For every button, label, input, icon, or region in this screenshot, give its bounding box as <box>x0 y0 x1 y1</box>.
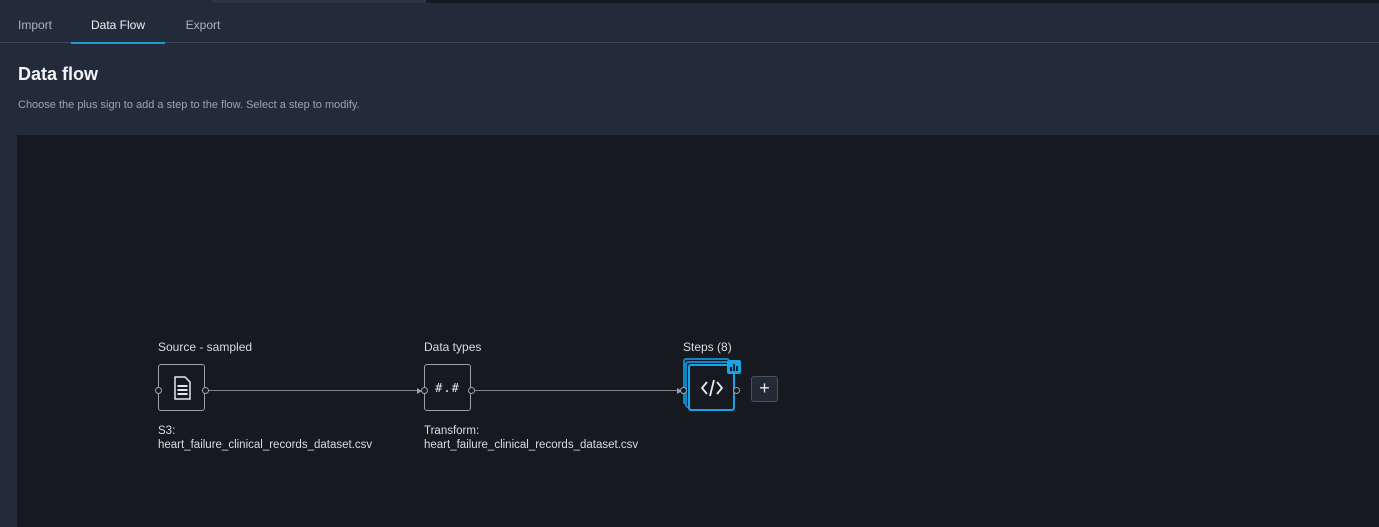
steps-output-port[interactable] <box>733 387 740 394</box>
page-title: Data flow <box>18 64 99 84</box>
tab-data-flow[interactable]: Data Flow <box>71 4 165 44</box>
flow-edge <box>209 390 419 391</box>
document-icon <box>173 375 191 400</box>
tab-bar: Import Data Flow Export <box>0 4 1379 44</box>
tab-import[interactable]: Import <box>10 4 60 43</box>
flow-edge <box>475 390 679 391</box>
source-input-port <box>155 387 162 394</box>
code-icon <box>700 379 723 396</box>
number-format-icon: #.# <box>435 380 460 395</box>
bar-chart-icon[interactable] <box>727 360 741 374</box>
source-output-port[interactable] <box>202 387 209 394</box>
page-subtitle: Choose the plus sign to add a step to th… <box>18 99 360 111</box>
source-node-title: Source - sampled <box>158 340 253 354</box>
datatypes-node-title: Data types <box>424 340 482 354</box>
datatypes-node-type: Transform: <box>424 425 480 437</box>
plus-icon: + <box>759 378 770 398</box>
flow-canvas[interactable]: Source - sampled S3: heart_failure_clini… <box>17 135 1379 527</box>
steps-input-port <box>680 387 687 394</box>
source-node-file: heart_failure_clinical_records_dataset.c… <box>158 439 373 451</box>
steps-node-title: Steps (8) <box>683 340 732 354</box>
datatypes-node-file: heart_failure_clinical_records_dataset.c… <box>424 439 639 451</box>
datatypes-node[interactable]: #.# <box>424 364 471 411</box>
datatypes-output-port[interactable] <box>468 387 475 394</box>
source-node-type: S3: <box>158 425 176 437</box>
add-step-button[interactable]: + <box>751 376 778 402</box>
datatypes-input-port <box>421 387 428 394</box>
top-strip-segment <box>212 0 426 3</box>
tab-export[interactable]: Export <box>176 4 230 43</box>
top-strip-segment <box>426 0 1379 3</box>
source-node[interactable] <box>158 364 205 411</box>
